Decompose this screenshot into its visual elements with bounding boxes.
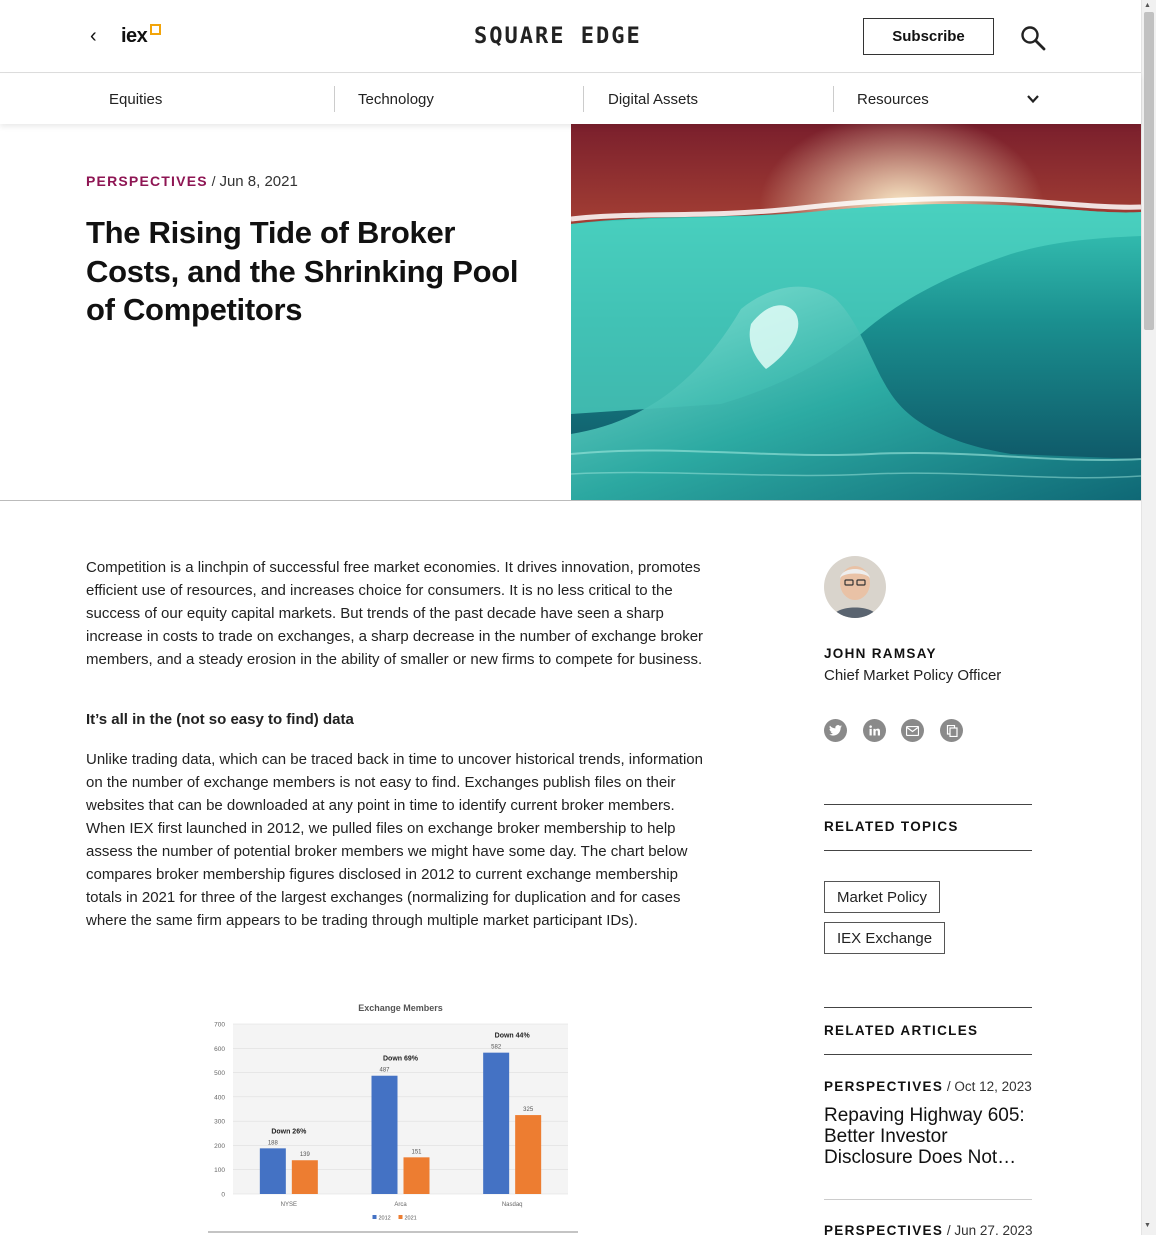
chart-annotation: Down 44% <box>495 1033 531 1040</box>
related-article-kicker: PERSPECTIVES / Jun 27, 2023 <box>824 1223 1032 1235</box>
x-tick-label: NYSE <box>281 1202 297 1208</box>
site-header: ‹ iex SQUARE EDGE Subscribe <box>0 0 1141 73</box>
twitter-icon[interactable] <box>824 719 847 742</box>
data-label: 151 <box>411 1149 422 1155</box>
bar <box>403 1157 430 1194</box>
article-kicker: PERSPECTIVES / Jun 8, 2021 <box>86 173 298 190</box>
y-tick-label: 300 <box>214 1119 225 1126</box>
divider <box>824 1199 1032 1200</box>
subscribe-button[interactable]: Subscribe <box>863 18 994 55</box>
data-label: 325 <box>523 1107 534 1113</box>
data-label: 188 <box>268 1140 279 1146</box>
scrollbar-thumb[interactable] <box>1144 12 1154 330</box>
hero-image <box>571 124 1141 501</box>
data-label: 487 <box>379 1068 390 1074</box>
scroll-up-icon[interactable]: ▲ <box>1144 2 1151 9</box>
nav-divider <box>833 86 834 112</box>
author-name[interactable]: JOHN RAMSAY <box>824 646 937 661</box>
topic-tag-market-policy[interactable]: Market Policy <box>824 881 941 913</box>
topic-tag-iex-exchange[interactable]: IEX Exchange <box>824 922 946 954</box>
nav-item-resources[interactable]: Resources <box>857 74 929 124</box>
related-article-kicker: PERSPECTIVES / Oct 12, 2023 <box>824 1079 1032 1094</box>
article-subheading: It’s all in the (not so easy to find) da… <box>86 711 354 728</box>
related-article-title[interactable]: Repaving Highway 605: Better Investor Di… <box>824 1105 1039 1168</box>
x-tick-label: Nasdaq <box>502 1202 523 1208</box>
iex-logo[interactable]: iex <box>121 24 161 48</box>
chart-title: Exchange Members <box>358 1003 443 1013</box>
linkedin-icon[interactable] <box>863 719 886 742</box>
article-category[interactable]: PERSPECTIVES <box>86 173 208 189</box>
copy-icon[interactable] <box>940 719 963 742</box>
bar <box>483 1052 510 1194</box>
nav-item-equities[interactable]: Equities <box>109 74 162 124</box>
related-articles-heading: RELATED ARTICLES <box>824 1023 979 1038</box>
chart-annotation: Down 26% <box>271 1128 307 1135</box>
related-topics-heading: RELATED TOPICS <box>824 819 959 834</box>
article-paragraph-1: Competition is a linchpin of successful … <box>86 559 704 668</box>
divider <box>824 1007 1032 1008</box>
nav-item-digital-assets[interactable]: Digital Assets <box>608 74 698 124</box>
chevron-left-icon[interactable]: ‹ <box>90 26 97 46</box>
brand-title[interactable]: SQUARE EDGE <box>474 24 642 49</box>
legend-label: 2012 <box>379 1216 391 1222</box>
related-article-date: / Oct 12, 2023 <box>946 1079 1032 1094</box>
y-tick-label: 500 <box>214 1070 225 1077</box>
y-tick-label: 600 <box>214 1046 225 1053</box>
divider <box>824 850 1032 851</box>
article-date: Jun 8, 2021 <box>219 173 298 190</box>
y-tick-label: 100 <box>214 1167 225 1174</box>
bar <box>371 1075 398 1194</box>
kicker-separator: / <box>211 173 216 189</box>
nav-divider <box>334 86 335 112</box>
x-tick-label: Arca <box>394 1202 407 1208</box>
article-paragraph-2: Unlike trading data, which can be traced… <box>86 751 703 929</box>
bar <box>291 1160 318 1194</box>
avatar[interactable] <box>824 556 886 618</box>
data-label: 582 <box>491 1045 502 1051</box>
y-tick-label: 700 <box>214 1022 225 1029</box>
chevron-down-icon[interactable] <box>1026 92 1040 106</box>
scroll-down-icon[interactable]: ▼ <box>1144 1222 1151 1229</box>
y-tick-label: 0 <box>221 1192 225 1199</box>
main-nav: Equities Technology Digital Assets Resou… <box>0 74 1141 124</box>
y-tick-label: 400 <box>214 1094 225 1101</box>
exchange-members-chart: Exchange Members 0 100 200 300 400 500 600 700 NY… <box>208 1003 578 1233</box>
legend-swatch <box>372 1215 377 1219</box>
divider <box>824 1054 1032 1055</box>
bar <box>259 1148 286 1194</box>
chart-annotation: Down 69% <box>383 1056 419 1063</box>
divider <box>824 804 1032 805</box>
author-role: Chief Market Policy Officer <box>824 667 1002 684</box>
data-label: 139 <box>300 1152 311 1158</box>
email-icon[interactable] <box>901 719 924 742</box>
hero-divider <box>0 500 1141 501</box>
bar <box>515 1115 542 1194</box>
legend-swatch <box>398 1215 403 1219</box>
nav-item-technology[interactable]: Technology <box>358 74 434 124</box>
related-article-category[interactable]: PERSPECTIVES <box>824 1223 943 1235</box>
search-icon[interactable] <box>1020 25 1046 51</box>
article-title: The Rising Tide of Broker Costs, and the… <box>86 215 519 327</box>
related-article-category[interactable]: PERSPECTIVES <box>824 1079 943 1094</box>
logo-square-icon <box>150 24 161 35</box>
nav-divider <box>583 86 584 112</box>
legend-label: 2021 <box>405 1216 417 1222</box>
y-tick-label: 200 <box>214 1143 225 1150</box>
iex-logo-text: iex <box>121 25 148 47</box>
related-article-date: / Jun 27, 2023 <box>946 1223 1033 1235</box>
